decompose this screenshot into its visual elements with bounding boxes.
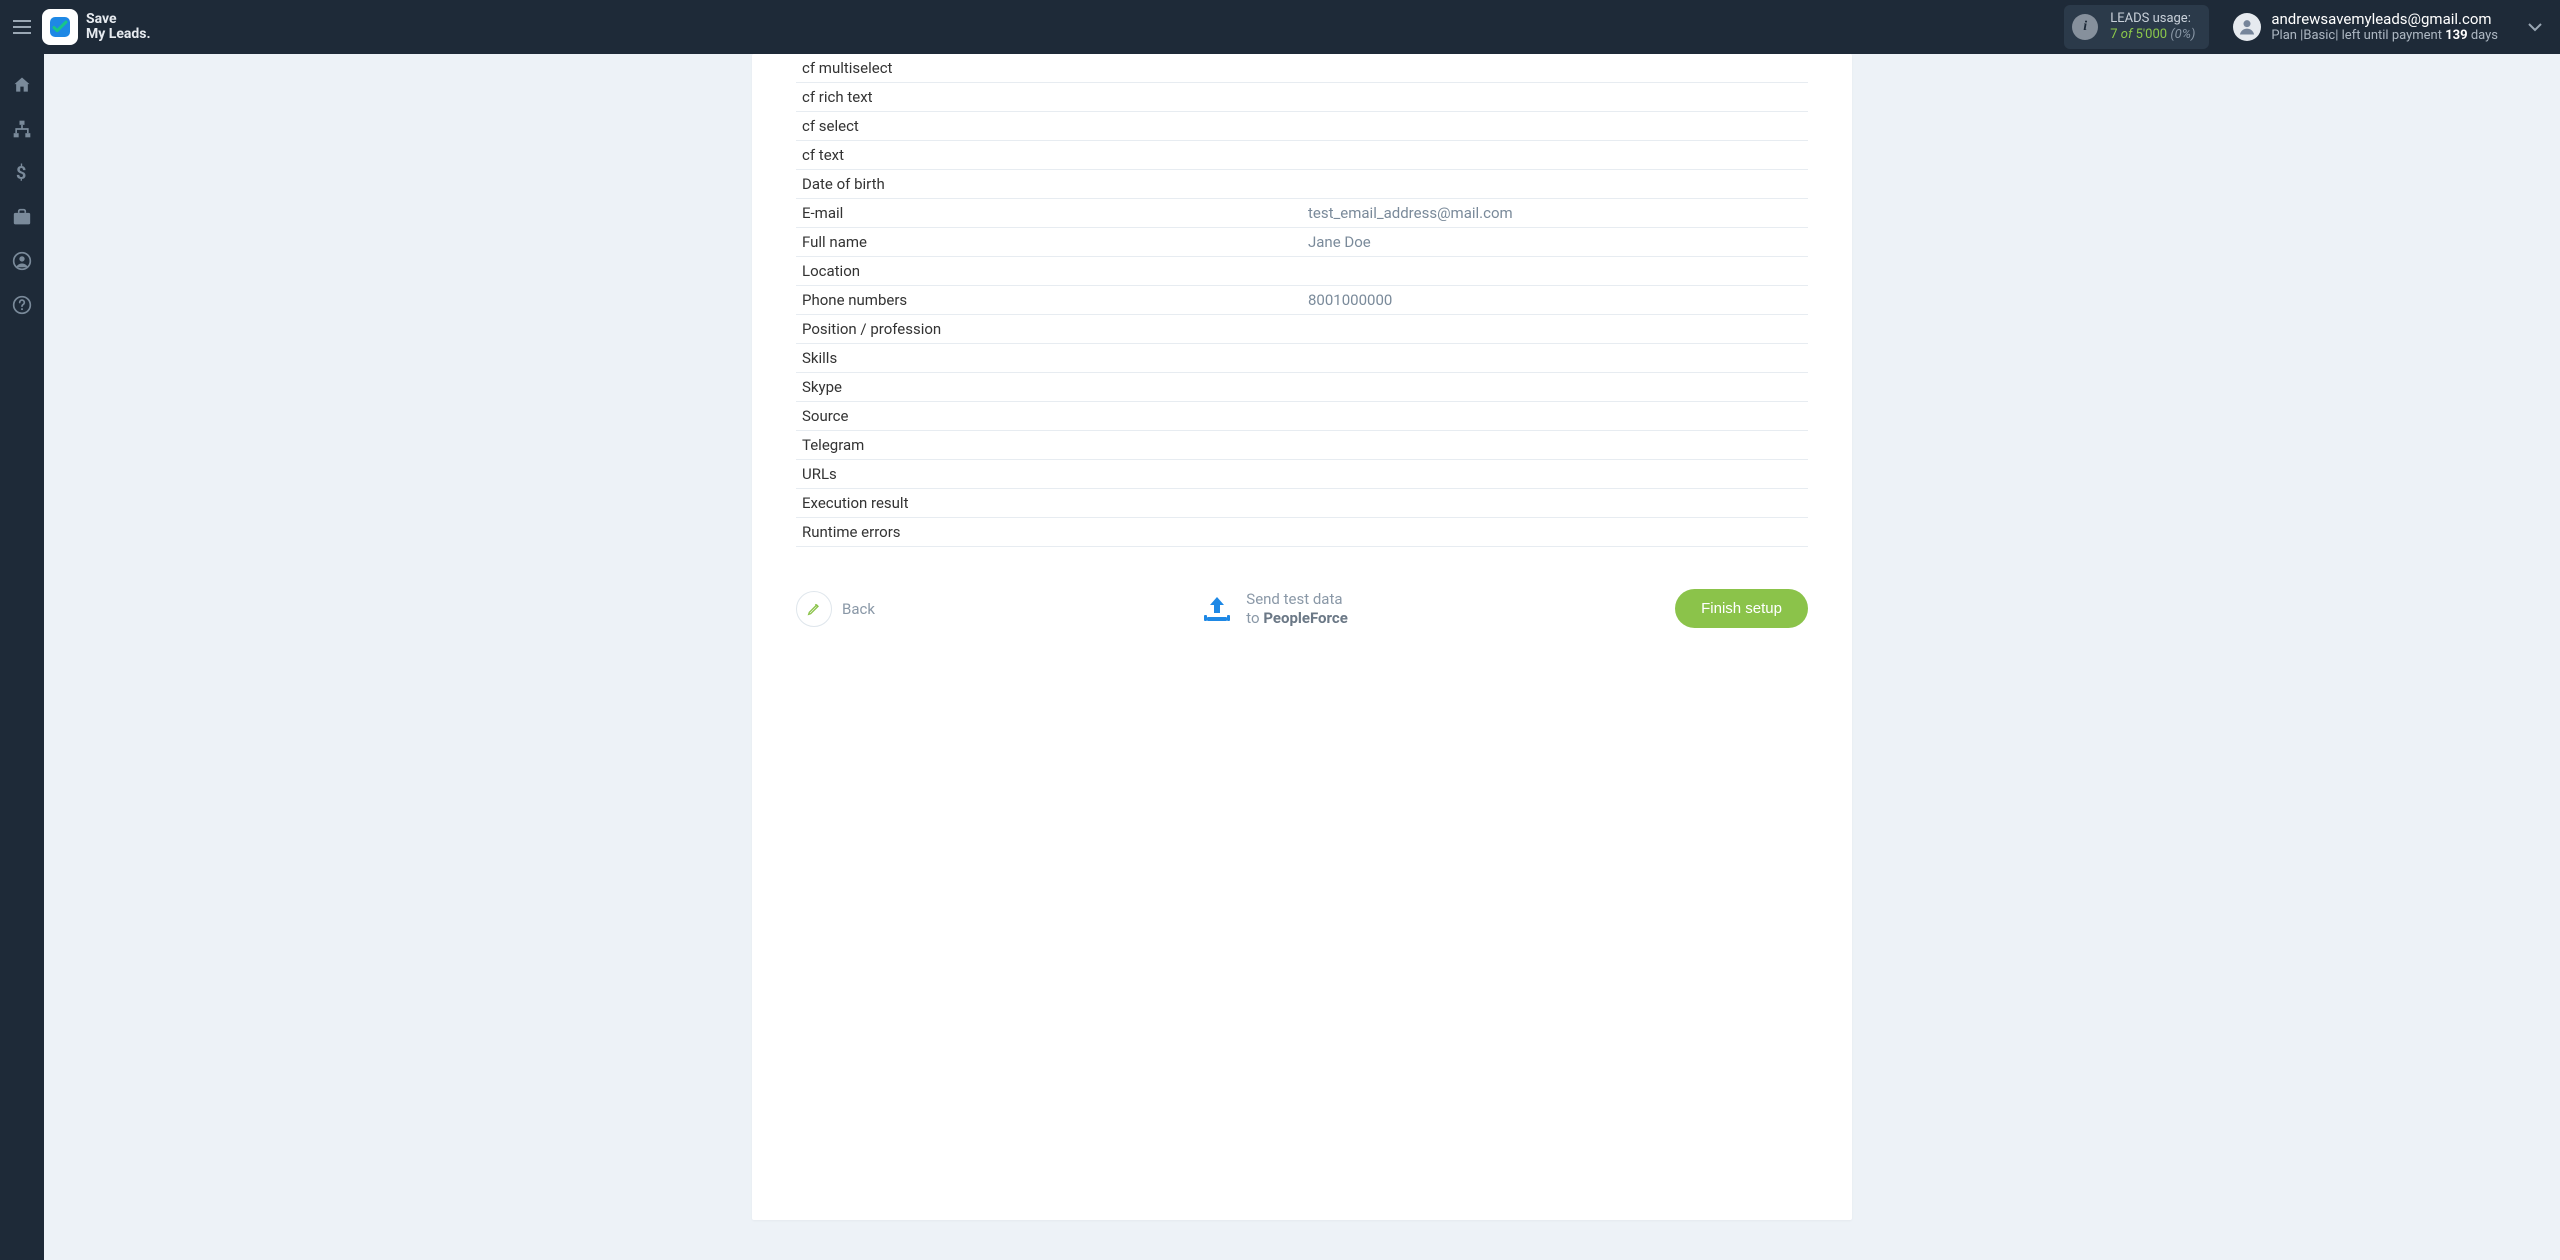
field-row: cf select [796,112,1808,141]
dollar-icon: $ [16,163,28,183]
leads-usage-label: LEADS usage: [2110,11,2195,27]
field-row-label: Runtime errors [796,523,1302,541]
field-row-label: cf text [796,146,1302,164]
user-circle-icon [12,251,32,271]
sidebar: $ [0,54,44,1260]
avatar-icon [2233,13,2261,41]
leads-usage-of: of [2121,27,2133,42]
field-row: cf text [796,141,1808,170]
field-row-label: Source [796,407,1302,425]
main: cf multiselect cf rich text cf select cf te… [44,54,2560,1260]
user-menu-caret[interactable] [2528,22,2542,32]
back-label: Back [842,600,875,618]
field-row: cf rich text [796,83,1808,112]
field-row-value: 8001000000 [1302,291,1808,309]
briefcase-icon [12,208,32,226]
field-row-label: Skills [796,349,1302,367]
question-circle-icon [12,295,32,315]
field-row-label: cf rich text [796,88,1302,106]
user-email: andrewsavemyleads@gmail.com [2271,10,2498,29]
field-row: Phone numbers8001000000 [796,286,1808,315]
footer-actions: Back Send test data to PeopleForce Finis… [752,547,1852,632]
sidebar-help[interactable] [0,292,44,318]
leads-usage-pct: (0%) [2170,27,2195,42]
field-row-label: Position / profession [796,320,1302,338]
field-row: Position / profession [796,315,1808,344]
user-menu[interactable]: andrewsavemyleads@gmail.com Plan |Basic|… [2233,10,2498,45]
field-row: Execution result [796,489,1808,518]
logo-text-line1: Save [86,12,151,27]
mapping-card: cf multiselect cf rich text cf select cf te… [752,54,1852,1220]
pencil-icon [806,601,822,617]
sidebar-briefcase[interactable] [0,204,44,230]
field-row-label: Phone numbers [796,291,1302,309]
sidebar-billing[interactable]: $ [0,160,44,186]
field-row-label: Date of birth [796,175,1302,193]
field-row: Source [796,402,1808,431]
logo[interactable]: Save My Leads. [42,9,151,45]
logo-text: Save My Leads. [86,12,151,43]
shell: $ cf multiselectcf rich textcf selectcf … [0,54,2560,1260]
field-row-value: Jane Doe [1302,233,1808,251]
field-row-label: URLs [796,465,1302,483]
info-icon: i [2072,14,2098,40]
field-row-label: Full name [796,233,1302,251]
field-row: Location [796,257,1808,286]
send-line1: Send test data [1246,590,1348,609]
field-row-value: test_email_address@mail.com [1302,204,1808,222]
hamburger-menu-button[interactable] [4,9,40,45]
sidebar-account[interactable] [0,248,44,274]
field-row-label: E-mail [796,204,1302,222]
hamburger-icon [13,20,31,34]
upload-icon [1202,595,1232,623]
field-row: Skype [796,373,1808,402]
send-test-lines: Send test data to PeopleForce [1246,590,1348,628]
field-row: E-mailtest_email_address@mail.com [796,199,1808,228]
logo-text-line2: My Leads. [86,27,151,42]
user-lines: andrewsavemyleads@gmail.com Plan |Basic|… [2271,10,2498,45]
leads-usage-text: LEADS usage: 7 of 5'000 (0%) [2110,11,2195,44]
field-row-label: Skype [796,378,1302,396]
home-icon [12,75,32,95]
field-row: cf multiselect [796,54,1808,83]
sitemap-icon [12,119,32,139]
field-rows: cf multiselect cf rich text cf select cf te… [752,54,1852,547]
finish-setup-button[interactable]: Finish setup [1675,589,1808,628]
field-row: Date of birth [796,170,1808,199]
back-button[interactable]: Back [796,591,875,627]
sidebar-home[interactable] [0,72,44,98]
leads-usage-used: 7 [2110,27,2117,42]
field-row-label: cf select [796,117,1302,135]
leads-usage-limit: 5'000 [2136,27,2168,42]
user-plan: Plan |Basic| left until payment 139 days [2271,28,2498,44]
send-test-data-button[interactable]: Send test data to PeopleForce [1202,590,1348,628]
svg-text:$: $ [16,163,26,183]
pencil-circle [796,591,832,627]
field-row: URLs [796,460,1808,489]
field-row-label: cf multiselect [796,59,1302,77]
leads-usage-box[interactable]: i LEADS usage: 7 of 5'000 (0%) [2064,5,2209,50]
sidebar-connections[interactable] [0,116,44,142]
field-row-label: Telegram [796,436,1302,454]
logo-mark-icon [42,9,78,45]
field-row: Full nameJane Doe [796,228,1808,257]
field-row-label: Location [796,262,1302,280]
field-row-label: Execution result [796,494,1302,512]
field-row: Runtime errors [796,518,1808,547]
field-row: Skills [796,344,1808,373]
field-row: Telegram [796,431,1808,460]
chevron-down-icon [2528,22,2542,32]
top-bar: Save My Leads. i LEADS usage: 7 of 5'000… [0,0,2560,54]
send-line2: to PeopleForce [1246,609,1348,628]
